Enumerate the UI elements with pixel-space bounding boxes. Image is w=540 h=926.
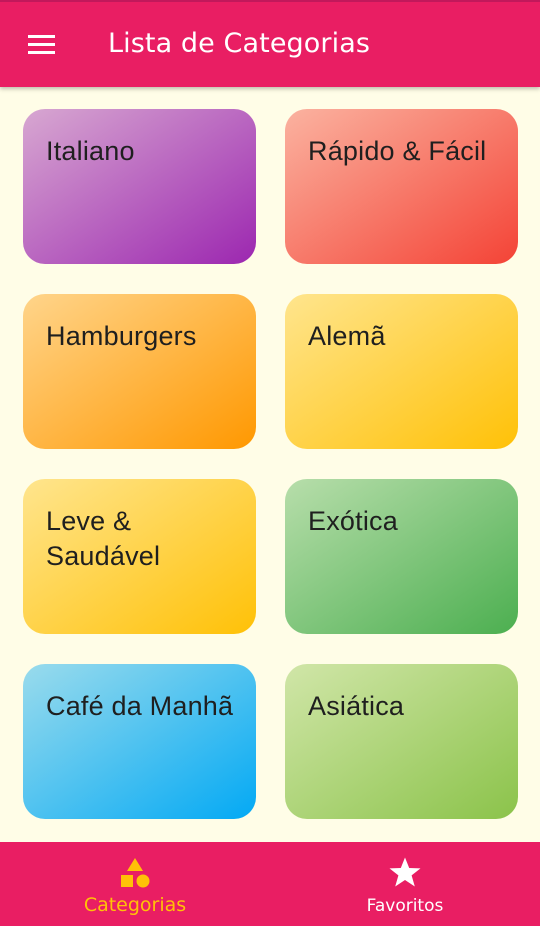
category-shapes-icon <box>121 858 150 888</box>
menu-line <box>28 51 55 54</box>
tab-label: Categorias <box>83 894 187 916</box>
app-bar: Lista de Categorias <box>0 0 540 87</box>
category-label: Leve & Saudável <box>46 506 161 571</box>
category-tile-hamburgers[interactable]: Hamburgers <box>23 294 256 449</box>
tab-categorias[interactable]: Categorias <box>0 842 270 926</box>
star-icon <box>389 857 421 887</box>
category-label: Café da Manhã <box>46 691 234 721</box>
category-tile-italiano[interactable]: Italiano <box>23 109 256 264</box>
tab-label: Favoritos <box>366 896 444 916</box>
category-label: Italiano <box>46 136 135 166</box>
category-tile-exotica[interactable]: Exótica <box>285 479 518 634</box>
category-label: Rápido & Fácil <box>308 136 487 166</box>
category-label: Hamburgers <box>46 321 197 351</box>
page-title: Lista de Categorias <box>108 28 371 59</box>
menu-line <box>28 35 55 38</box>
tab-favoritos[interactable]: Favoritos <box>270 842 540 926</box>
category-tile-alema[interactable]: Alemã <box>285 294 518 449</box>
menu-line <box>28 43 55 46</box>
category-label: Alemã <box>308 321 386 351</box>
category-label: Asiática <box>308 691 405 721</box>
bottom-navigation-bar: Categorias Favoritos <box>0 842 540 926</box>
category-label: Exótica <box>308 506 398 536</box>
category-tile-rapido-facil[interactable]: Rápido & Fácil <box>285 109 518 264</box>
hamburger-menu-icon[interactable] <box>20 24 64 64</box>
category-tile-cafe-da-manha[interactable]: Café da Manhã <box>23 664 256 819</box>
category-tile-asiatica[interactable]: Asiática <box>285 664 518 819</box>
category-tile-leve-saudavel[interactable]: Leve & Saudável <box>23 479 256 634</box>
